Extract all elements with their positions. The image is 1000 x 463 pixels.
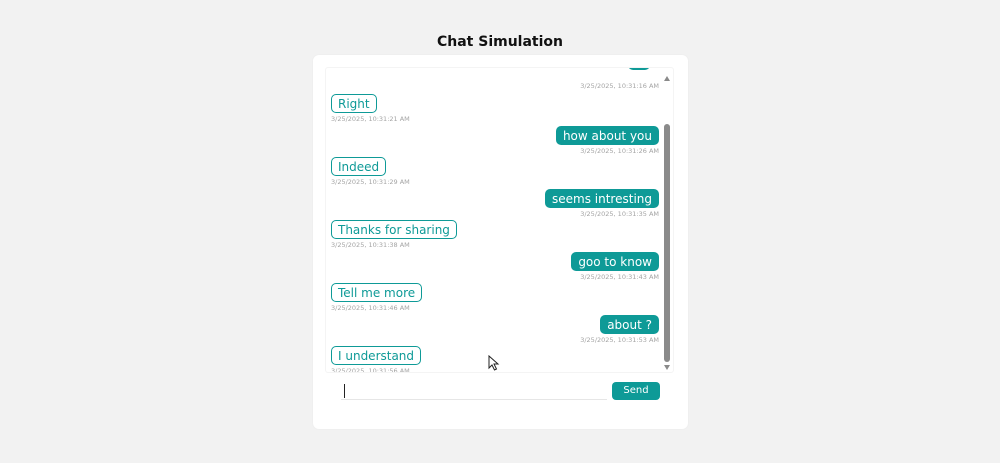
scrollbar[interactable] (663, 68, 671, 372)
message-scroll-content: 3/25/2025, 10:31:16 AM Right 3/25/2025, 1… (326, 68, 661, 373)
message-row: Tell me more 3/25/2025, 10:31:46 AM (326, 283, 661, 315)
send-button[interactable]: Send (612, 382, 660, 400)
message-timestamp: 3/25/2025, 10:31:21 AM (331, 115, 410, 123)
scrollbar-thumb[interactable] (664, 124, 670, 362)
sent-message-bubble: goo to know (571, 251, 659, 271)
received-message-bubble: Right (331, 94, 377, 113)
message-timestamp: 3/25/2025, 10:31:26 AM (580, 146, 659, 155)
received-message-bubble: I understand (331, 346, 422, 365)
message-list[interactable]: 3/25/2025, 10:31:16 AM Right 3/25/2025, 1… (325, 67, 674, 373)
page-title: Chat Simulation (436, 34, 563, 50)
sent-message-bubble: about ? (600, 314, 659, 334)
message-timestamp: 3/25/2025, 10:31:56 AM (331, 367, 410, 373)
message-input[interactable] (341, 381, 607, 400)
message-bubble (628, 68, 650, 70)
message-row: about ? 3/25/2025, 10:31:53 AM (326, 314, 661, 347)
scroll-up-arrow-icon[interactable] (664, 76, 670, 81)
message-timestamp: 3/25/2025, 10:31:35 AM (580, 209, 659, 218)
sent-message-bubble: how about you (555, 125, 659, 145)
message-row: Indeed 3/25/2025, 10:31:29 AM (326, 157, 661, 189)
page: Chat Simulation 3/25/2025, 10:31:16 AM R… (0, 0, 1000, 463)
scroll-down-arrow-icon[interactable] (664, 365, 670, 370)
sent-message-bubble: seems intresting (545, 188, 659, 208)
received-message-bubble: Indeed (331, 157, 387, 176)
received-message-bubble: Tell me more (331, 283, 423, 302)
message-timestamp: 3/25/2025, 10:31:43 AM (580, 272, 659, 281)
message-row: Thanks for sharing 3/25/2025, 10:31:38 AM (326, 220, 661, 252)
message-timestamp: 3/25/2025, 10:31:16 AM (580, 82, 659, 90)
message-timestamp: 3/25/2025, 10:31:38 AM (331, 241, 410, 249)
chat-window: 3/25/2025, 10:31:16 AM Right 3/25/2025, 1… (313, 55, 688, 429)
composer: Send (341, 381, 661, 401)
message-timestamp: 3/25/2025, 10:31:53 AM (580, 335, 659, 344)
received-message-bubble: Thanks for sharing (331, 220, 457, 239)
message-timestamp: 3/25/2025, 10:31:29 AM (331, 178, 410, 186)
text-caret (344, 384, 345, 398)
mouse-pointer-icon (488, 355, 500, 371)
message-row: seems intresting 3/25/2025, 10:31:35 AM (326, 188, 661, 221)
message-row: goo to know 3/25/2025, 10:31:43 AM (326, 251, 661, 284)
message-timestamp: 3/25/2025, 10:31:46 AM (331, 304, 410, 312)
message-row: Right 3/25/2025, 10:31:21 AM (326, 94, 661, 126)
message-row: 3/25/2025, 10:31:16 AM (326, 68, 661, 94)
message-row: how about you 3/25/2025, 10:31:26 AM (326, 125, 661, 158)
